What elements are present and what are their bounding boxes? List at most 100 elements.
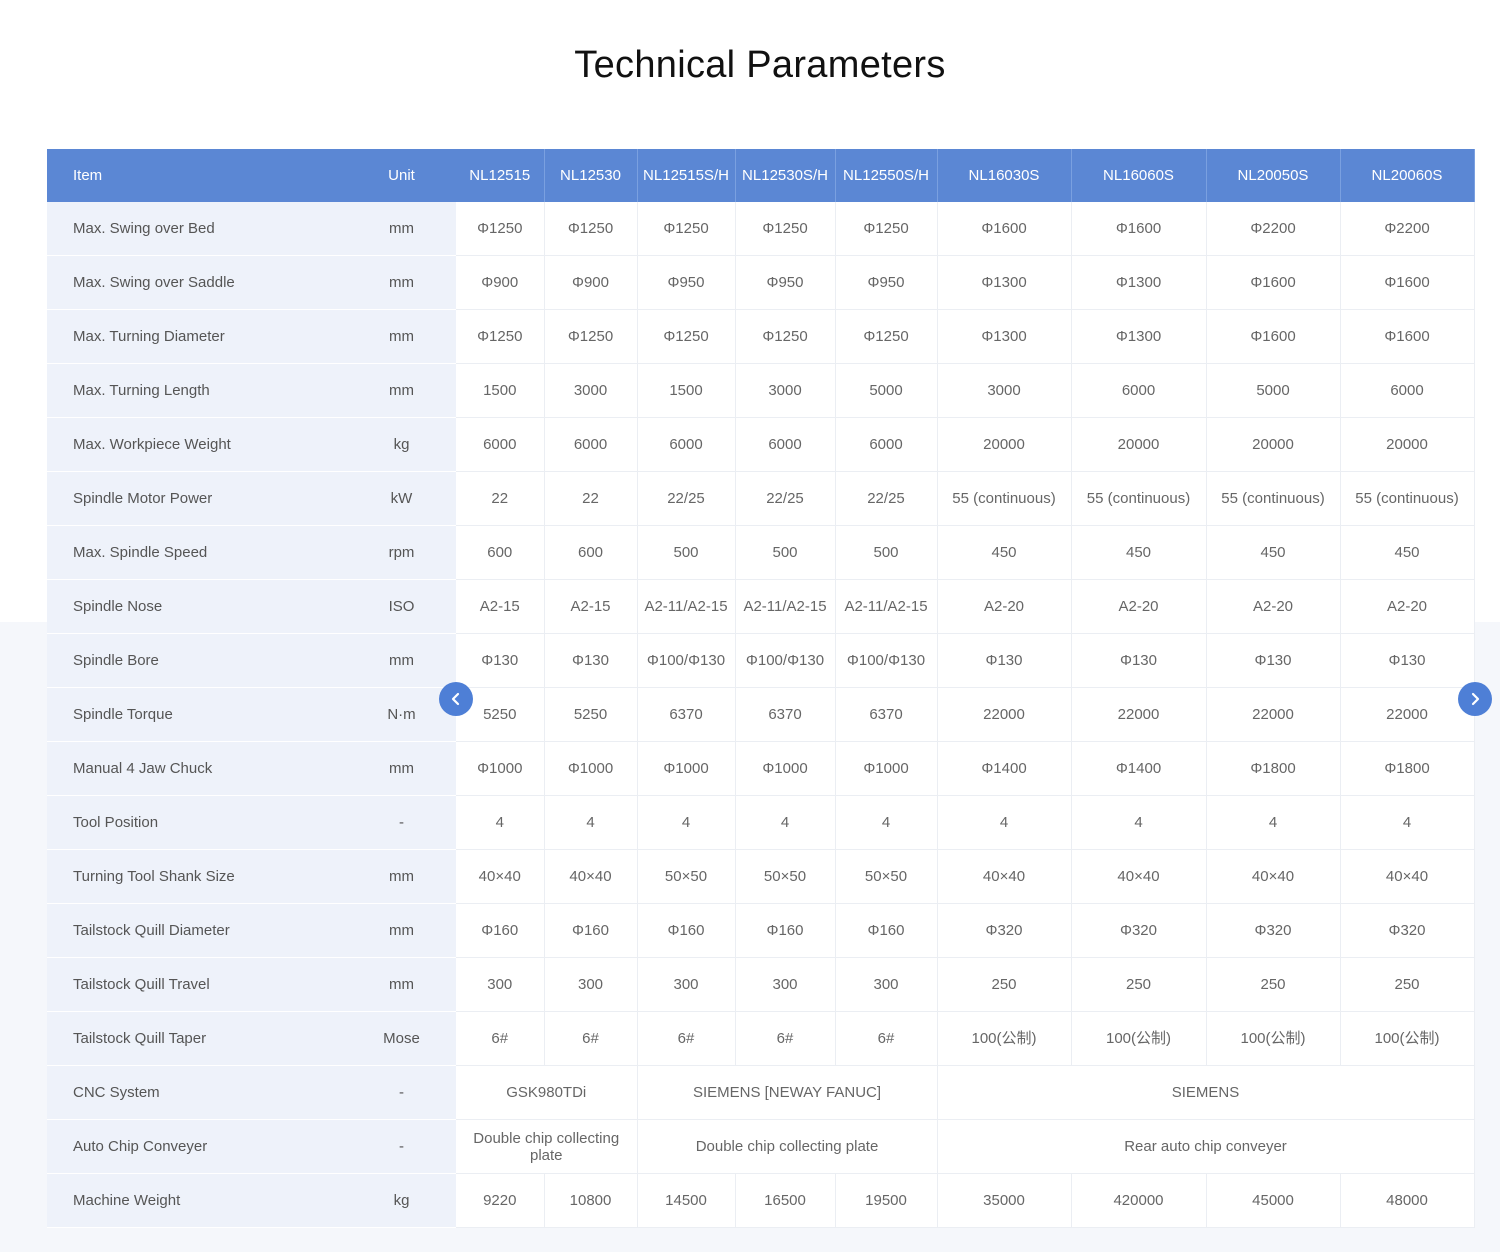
- table-row: Tailstock Quill Travel mm 300 300 300 300 300 2…: [47, 957, 1475, 1012]
- row-unit-label: kg: [347, 1173, 456, 1228]
- column-header-model: NL12530S/H: [735, 149, 836, 202]
- row-item-label: Auto Chip Conveyer: [47, 1119, 347, 1174]
- row-unit-label: Mose: [347, 1011, 456, 1066]
- row-item-label: Spindle Nose: [47, 579, 347, 634]
- table-cell-merged: Rear auto chip conveyer: [937, 1119, 1475, 1174]
- table-cell: Φ950: [835, 255, 938, 310]
- table-cell: 6370: [835, 687, 938, 742]
- table-row: Machine Weight kg 9220 10800 14500 16500 19500…: [47, 1173, 1475, 1228]
- row-item-label: Max. Swing over Saddle: [47, 255, 347, 310]
- table-cell: 250: [1206, 957, 1341, 1012]
- table-cell: 55 (continuous): [1340, 471, 1475, 526]
- table-cell: 3000: [544, 363, 638, 418]
- table-cell: Φ1000: [456, 741, 545, 796]
- table-cell: 500: [735, 525, 836, 580]
- table-cell: A2-11/A2-15: [637, 579, 736, 634]
- row-unit-label: kW: [347, 471, 456, 526]
- table-cell: 4: [1340, 795, 1475, 850]
- table-cell: 22/25: [835, 471, 938, 526]
- table-cell: Φ1300: [1071, 255, 1207, 310]
- table-cell: Φ2200: [1340, 202, 1475, 256]
- table-cell: 22/25: [637, 471, 736, 526]
- table-cell: 6000: [835, 417, 938, 472]
- table-cell: Φ1000: [544, 741, 638, 796]
- table-cell: Φ160: [735, 903, 836, 958]
- table-cell: 5000: [835, 363, 938, 418]
- table-cell: 4: [1206, 795, 1341, 850]
- table-cell: 4: [544, 795, 638, 850]
- table-cell: 300: [544, 957, 638, 1012]
- table-cell: 300: [637, 957, 736, 1012]
- row-item-label: Tailstock Quill Taper: [47, 1011, 347, 1066]
- table-cell: 6#: [735, 1011, 836, 1066]
- table-cell: Φ1800: [1340, 741, 1475, 796]
- table-body: Max. Swing over Bed mm Φ1250 Φ1250 Φ1250 Φ125…: [47, 202, 1475, 1228]
- table-cell: 4: [456, 795, 545, 850]
- table-cell: Φ1000: [735, 741, 836, 796]
- table-cell: 20000: [1071, 417, 1207, 472]
- table-cell: 300: [456, 957, 545, 1012]
- table-cell: Φ1250: [637, 202, 736, 256]
- row-item-label: Tailstock Quill Diameter: [47, 903, 347, 958]
- table-cell: Φ100/Φ130: [735, 633, 836, 688]
- table-cell: 6370: [735, 687, 836, 742]
- table-cell: Φ1250: [637, 309, 736, 364]
- table-row: Spindle Nose ISO A2-15 A2-15 A2-11/A2-15 A2-1…: [47, 579, 1475, 634]
- row-unit-label: mm: [347, 363, 456, 418]
- table-row: Auto Chip Conveyer - Double chip collectin…: [47, 1119, 1475, 1174]
- table-cell: 4: [735, 795, 836, 850]
- table-row: Max. Turning Length mm 1500 3000 1500 3000 500…: [47, 363, 1475, 418]
- table-cell: Φ130: [1071, 633, 1207, 688]
- table-cell: 22: [456, 471, 545, 526]
- table-cell: Φ1250: [544, 309, 638, 364]
- table-cell: 6000: [456, 417, 545, 472]
- row-unit-label: mm: [347, 903, 456, 958]
- row-unit-label: kg: [347, 417, 456, 472]
- table-cell: 100(公制): [1340, 1011, 1475, 1066]
- table-cell: Φ1600: [1071, 202, 1207, 256]
- table-cell: 300: [735, 957, 836, 1012]
- table-cell: Φ160: [835, 903, 938, 958]
- table-cell: Φ1400: [1071, 741, 1207, 796]
- table-cell: Φ1400: [937, 741, 1072, 796]
- table-cell: 5000: [1206, 363, 1341, 418]
- table-cell: Φ320: [1071, 903, 1207, 958]
- table-cell: 4: [835, 795, 938, 850]
- row-unit-label: mm: [347, 741, 456, 796]
- table-cell: 1500: [456, 363, 545, 418]
- table-cell: Φ320: [1340, 903, 1475, 958]
- table-cell: 16500: [735, 1173, 836, 1228]
- table-cell: 100(公制): [1206, 1011, 1341, 1066]
- table-cell: 55 (continuous): [1071, 471, 1207, 526]
- table-cell: 100(公制): [937, 1011, 1072, 1066]
- row-unit-label: mm: [347, 957, 456, 1012]
- table-cell: 40×40: [544, 849, 638, 904]
- row-unit-label: mm: [347, 255, 456, 310]
- table-cell: 40×40: [456, 849, 545, 904]
- table-row: Tailstock Quill Diameter mm Φ160 Φ160 Φ160 Φ1…: [47, 903, 1475, 958]
- spec-table: Item Unit NL12515 NL12530 NL12515S/H NL12530S…: [47, 149, 1475, 1228]
- table-cell: 22000: [1340, 687, 1475, 742]
- row-item-label: Max. Spindle Speed: [47, 525, 347, 580]
- table-cell: Φ1800: [1206, 741, 1341, 796]
- table-cell: Φ1000: [835, 741, 938, 796]
- table-cell: Φ900: [456, 255, 545, 310]
- carousel-next-button[interactable]: [1458, 682, 1492, 716]
- table-cell-merged: SIEMENS [NEWAY FANUC]: [637, 1065, 938, 1120]
- table-cell: Φ130: [1206, 633, 1341, 688]
- row-unit-label: mm: [347, 633, 456, 688]
- row-item-label: Spindle Bore: [47, 633, 347, 688]
- row-unit-label: -: [347, 1119, 456, 1174]
- table-cell: Φ1600: [1340, 255, 1475, 310]
- table-row: Max. Spindle Speed rpm 600 600 500 500 500 450 4…: [47, 525, 1475, 580]
- spec-table-container: Item Unit NL12515 NL12530 NL12515S/H NL12530S…: [47, 149, 1475, 1228]
- carousel-prev-button[interactable]: [439, 682, 473, 716]
- table-cell: Φ1250: [735, 309, 836, 364]
- row-item-label: Max. Turning Diameter: [47, 309, 347, 364]
- table-row: Spindle Torque N·m 5250 5250 6370 6370 6370 220…: [47, 687, 1475, 742]
- table-cell: 14500: [637, 1173, 736, 1228]
- table-cell: 500: [835, 525, 938, 580]
- table-cell: 420000: [1071, 1173, 1207, 1228]
- table-cell: 19500: [835, 1173, 938, 1228]
- table-cell: 40×40: [1071, 849, 1207, 904]
